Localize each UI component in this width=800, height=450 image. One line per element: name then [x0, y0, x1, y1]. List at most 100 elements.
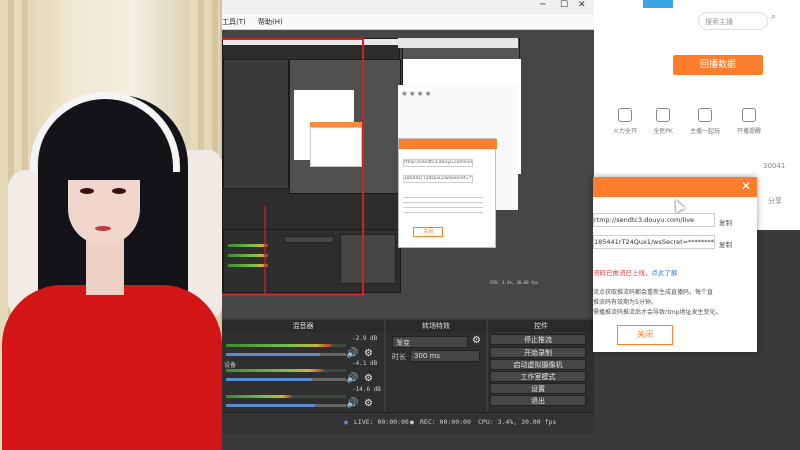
- level-meter: [226, 395, 292, 398]
- source-bbox: [222, 38, 364, 40]
- stream-key-field[interactable]: 185441rT24Qux1/wsSecret=*********: [593, 235, 715, 249]
- inner-url: rtmp://sendtc3.douyu.com/live: [403, 159, 473, 167]
- source-bbox: [362, 38, 364, 296]
- live-icon: ◉: [344, 418, 348, 426]
- menu-bar: 工具(T) 帮助(H): [222, 14, 594, 30]
- gear-icon[interactable]: ⚙: [472, 335, 481, 346]
- preview-canvas[interactable]: ▣ ▣ ▣ ▣ rtmp://sendtc3.douyu.com/live 18…: [222, 30, 594, 318]
- start-recording-button[interactable]: 开始录制: [490, 347, 586, 358]
- search-input[interactable]: 搜索主播: [698, 12, 768, 30]
- nested-docks: [223, 229, 401, 293]
- copy-url-button[interactable]: 复制: [719, 217, 732, 227]
- stop-streaming-button[interactable]: 停止推流: [490, 334, 586, 345]
- learn-more-link[interactable]: 点此了解: [652, 269, 678, 277]
- level-meter: [226, 344, 332, 347]
- webcam-feed: [0, 0, 222, 450]
- live-timer: LIVE: 00:00:00: [354, 418, 409, 426]
- source-bbox: [264, 206, 266, 296]
- note-line: 流点获取推流码都会重新生成直播码，每个直: [593, 289, 714, 296]
- nested-preview: [223, 59, 289, 189]
- mixer-dock: -2.9 dB 🔊 ⚙ 设备 -4.1 dB 🔊 ⚙ -14.6 dB 🔊 ⚙: [222, 332, 384, 412]
- menu-help[interactable]: 帮助(H): [258, 17, 283, 27]
- transition-select[interactable]: 渐变: [392, 336, 468, 348]
- feature-remind[interactable]: 开播提醒: [729, 108, 769, 135]
- inner-note: [403, 197, 483, 217]
- exit-button[interactable]: 退出: [490, 395, 586, 406]
- eye: [112, 188, 126, 194]
- volume-slider[interactable]: [226, 353, 320, 356]
- gear-icon[interactable]: ⚙: [364, 348, 373, 359]
- cpu-stats: CPU: 3.4%, 30.00 fps: [478, 418, 557, 426]
- inner-key: 185441rT24Qux1/wsSecret=***: [403, 175, 473, 183]
- inner-dialog-header: [399, 139, 497, 149]
- clipboard-icon: [698, 108, 712, 122]
- warning-label: 流码已推流已上线，: [593, 269, 652, 277]
- playback-data-button[interactable]: 回播数据: [673, 55, 763, 75]
- rec-timer: REC: 00:00:00: [420, 418, 471, 426]
- gear-icon[interactable]: ⚙: [364, 398, 373, 409]
- title-bar: ─ ☐ ✕: [222, 0, 594, 14]
- track-db: -4.1 dB: [352, 360, 378, 367]
- note-line: 需播推流码推流后才会导致rtmp地址发生变化。: [593, 309, 722, 316]
- settings-button[interactable]: 设置: [490, 383, 586, 394]
- warning-text: 流码已推流已上线，点此了解: [593, 267, 678, 277]
- transitions-dock: 渐变 ⚙ 时长 300 ms: [386, 332, 486, 412]
- transitions-header: 转场特效: [386, 320, 486, 332]
- duration-label: 时长: [392, 353, 406, 361]
- close-icon[interactable]: ✕: [741, 179, 751, 193]
- nested-obs: [222, 38, 401, 293]
- track-label: 设备: [224, 362, 237, 369]
- track-db: -14.6 dB: [352, 386, 381, 393]
- feature-fire[interactable]: 火力全开: [605, 108, 645, 135]
- volume-slider[interactable]: [226, 404, 315, 407]
- fire-icon: [618, 108, 632, 122]
- inner-tabbar: [398, 38, 518, 48]
- nested-controls: [340, 234, 396, 284]
- close-icon[interactable]: ✕: [578, 0, 586, 10]
- nested-field: [284, 236, 334, 243]
- feature-pk[interactable]: 全民PK: [643, 108, 683, 135]
- rec-icon: ●: [410, 418, 414, 426]
- nested-status: CPU: 3.4%, 30.00 fps: [490, 280, 539, 285]
- menu-tools[interactable]: 工具(T): [222, 17, 246, 27]
- inner-icon-row: ▣ ▣ ▣ ▣: [402, 91, 431, 97]
- close-button[interactable]: 关闭: [617, 325, 673, 345]
- site-logo: [643, 0, 673, 8]
- speaker-icon[interactable]: 🔊: [346, 398, 358, 409]
- studio-mode-button[interactable]: 工作室模式: [490, 371, 586, 382]
- note-line: 推流码有效期为5分钟。: [593, 299, 657, 306]
- feature-label: 开播提醒: [736, 128, 761, 135]
- source-bbox: [222, 294, 364, 296]
- mixer-header: 混音器: [222, 320, 384, 332]
- nested-dialog: [310, 127, 362, 167]
- virtual-camera-button[interactable]: 启动虚拟摄像机: [490, 359, 586, 370]
- eye: [80, 188, 94, 194]
- speaker-icon[interactable]: 🔊: [346, 348, 358, 359]
- gear-icon[interactable]: ⚙: [364, 373, 373, 384]
- controls-header: 控件: [488, 320, 594, 332]
- track-db: -2.9 dB: [352, 335, 378, 342]
- feature-play[interactable]: 主播一起玩: [685, 108, 725, 135]
- inner-close: 关闭: [413, 227, 443, 237]
- server-url-field[interactable]: rtmp://sendtc3.douyu.com/live: [593, 213, 715, 227]
- dialog-header: ✕: [593, 177, 757, 197]
- inner-dialog: rtmp://sendtc3.douyu.com/live 185441rT24…: [398, 138, 497, 248]
- stream-key-value: 185441rT24Qux1/wsSecret=*********: [594, 238, 715, 246]
- nested-meter: [228, 244, 268, 247]
- duration-input[interactable]: 300 ms: [410, 350, 480, 362]
- nested-browser: [289, 59, 401, 194]
- minimize-icon[interactable]: ─: [540, 0, 545, 10]
- status-bar: ◉ LIVE: 00:00:00 ● REC: 00:00:00 CPU: 3.…: [222, 412, 594, 433]
- feature-label: 全民PK: [653, 128, 673, 135]
- copy-key-button[interactable]: 复制: [719, 239, 732, 249]
- speaker-icon[interactable]: 🔊: [346, 373, 358, 384]
- server-url-value: rtmp://sendtc3.douyu.com/live: [594, 216, 694, 224]
- search-icon[interactable]: ⌕: [771, 12, 787, 30]
- volume-slider[interactable]: [226, 378, 312, 381]
- share-link[interactable]: 分享: [768, 196, 782, 206]
- headphones: [30, 92, 180, 172]
- level-meter: [226, 369, 324, 372]
- maximize-icon[interactable]: ☐: [560, 0, 568, 10]
- pk-icon: [656, 108, 670, 122]
- feature-label: 火力全开: [612, 128, 637, 135]
